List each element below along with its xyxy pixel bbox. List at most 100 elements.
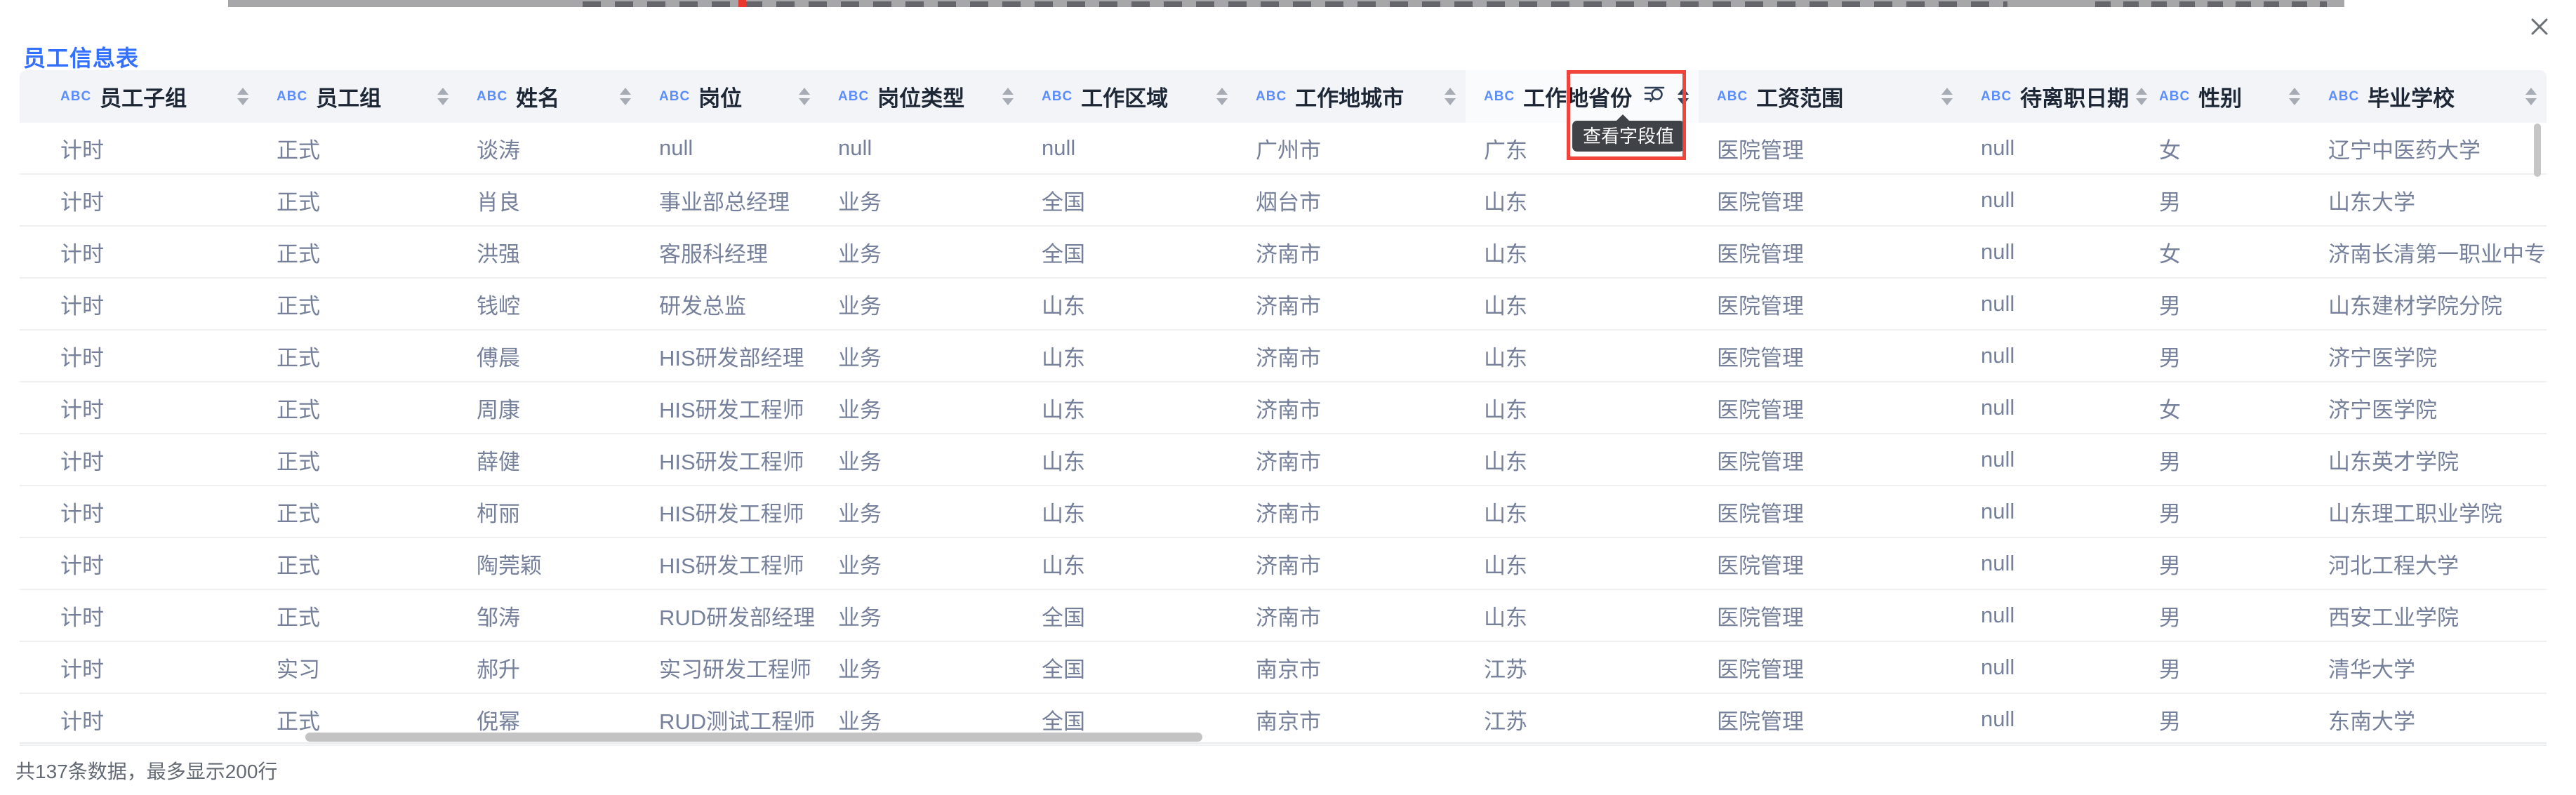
header-cell-12[interactable]: ABC毕业学校 [2310,70,2547,123]
cell: 男 [2141,642,2310,693]
cell: 山东理工职业学院 [2310,486,2547,537]
field-type-abc-icon: ABC [1717,89,1748,105]
cell: 南京市 [1237,642,1466,693]
cell: 正式 [258,382,458,433]
cell: 医院管理 [1699,694,1963,744]
header-cell-2[interactable]: ABC 员工组 [258,70,458,123]
cell: 计时 [20,434,258,485]
close-button[interactable] [2523,10,2556,44]
cell: 正式 [258,330,458,381]
sort-icon[interactable] [1216,88,1228,105]
cell: 清华大学 [2310,642,2547,693]
view-field-values-icon[interactable] [1642,83,1666,110]
cell: 实习研发工程师 [641,642,820,693]
cell: 计时 [20,694,258,744]
cell: 女 [2141,227,2310,277]
cell: 研发总监 [641,279,820,329]
header-cell-8[interactable]: ABC工作地省份 [1466,70,1699,123]
sort-icon[interactable] [1678,88,1689,105]
cell: 山东 [1466,330,1699,381]
cell: 河北工程大学 [2310,538,2547,589]
cell: HIS研发工程师 [641,382,820,433]
cell: 计时 [20,382,258,433]
sort-icon[interactable] [1002,88,1014,105]
cell: null [1963,642,2141,693]
cell: 山东 [1466,227,1699,277]
table-body: 计时正式谈涛nullnullnull广州市广东医院管理null女辽宁中医药大学计… [20,123,2547,746]
cell: 肖良 [458,175,641,225]
cell: 医院管理 [1699,330,1963,381]
header-cell-6[interactable]: ABC工作区域 [1023,70,1237,123]
cell: 山东英才学院 [2310,434,2547,485]
close-icon [2523,10,2556,44]
table-row: 计时实习郝升实习研发工程师业务全国南京市江苏医院管理null男清华大学 [20,642,2547,694]
cell: 济南长清第一职业中专 [2310,227,2547,277]
sort-icon[interactable] [237,88,248,105]
header-cell-3[interactable]: ABC姓名 [458,70,641,123]
cell: 男 [2141,538,2310,589]
cell: 济南市 [1237,434,1466,485]
cell: 业务 [820,330,1023,381]
cell: 全国 [1023,590,1237,641]
cell: 医院管理 [1699,590,1963,641]
cell: 烟台市 [1237,175,1466,225]
header-cell-9[interactable]: ABC工资范围 [1699,70,1963,123]
horizontal-scrollbar[interactable] [305,733,1202,742]
cell: null [1963,279,2141,329]
cell: 济宁医学院 [2310,330,2547,381]
field-type-abc-icon: ABC [477,89,507,105]
cell: 医院管理 [1699,279,1963,329]
column-label: 员工组 [316,81,381,112]
sort-icon[interactable] [620,88,631,105]
cell: 男 [2141,694,2310,744]
cell: 江苏 [1466,694,1699,744]
cell: 济宁医学院 [2310,382,2547,433]
cell: 业务 [820,590,1023,641]
cell: 全国 [1023,227,1237,277]
header-cell-11[interactable]: ABC性别 [2141,70,2310,123]
header-cell-1[interactable]: ABC员工子组 [20,70,258,123]
cell: 江苏 [1466,642,1699,693]
table-row: 计时正式柯丽HIS研发工程师业务山东济南市山东医院管理null男山东理工职业学院 [20,486,2547,538]
table-row: 计时正式周康HIS研发工程师业务山东济南市山东医院管理null女济宁医学院 [20,382,2547,434]
cell: 计时 [20,175,258,225]
page-title: 员工信息表 [23,41,139,73]
cell: 医院管理 [1699,538,1963,589]
column-label: 工作地城市 [1295,81,1404,112]
cell: 山东 [1466,382,1699,433]
cell: 医院管理 [1699,642,1963,693]
cell: null [1963,486,2141,537]
sort-icon[interactable] [799,88,810,105]
sort-icon[interactable] [2525,88,2537,105]
cell: HIS研发工程师 [641,486,820,537]
header-cell-5[interactable]: ABC岗位类型 [820,70,1023,123]
cell: null [1963,227,2141,277]
header-cell-4[interactable]: ABC岗位 [641,70,820,123]
cell: 医院管理 [1699,123,1963,173]
cell: 山东 [1023,279,1237,329]
cell: HIS研发部经理 [641,330,820,381]
cell: 医院管理 [1699,486,1963,537]
sort-icon[interactable] [1445,88,1456,105]
tooltip-label: 查看字段值 [1583,126,1674,147]
sort-icon[interactable] [1941,88,1953,105]
header-cell-7[interactable]: ABC工作地城市 [1237,70,1466,123]
cell: 山东 [1023,434,1237,485]
result-table: ABC员工子组ABC员工组ABC姓名ABC岗位ABC岗位类型ABC工作区域ABC… [20,70,2547,746]
cell: 男 [2141,279,2310,329]
cell: HIS研发工程师 [641,538,820,589]
vertical-scrollbar[interactable] [2534,123,2541,177]
field-type-abc-icon: ABC [277,89,307,105]
table-row: 计时正式傅晨HIS研发部经理业务山东济南市山东医院管理null男济宁医学院 [20,330,2547,382]
cell: 山东 [1466,538,1699,589]
sort-icon[interactable] [2289,88,2300,105]
cell: 柯丽 [458,486,641,537]
cell: 山东 [1023,382,1237,433]
table-row: 计时正式钱崆研发总监业务山东济南市山东医院管理null男山东建材学院分院 [20,279,2547,330]
cell: 正式 [258,227,458,277]
sort-icon[interactable] [437,88,449,105]
cell: 广州市 [1237,123,1466,173]
column-label: 毕业学校 [2368,81,2455,112]
header-cell-10[interactable]: ABC待离职日期 [1963,70,2141,123]
cell: 计时 [20,538,258,589]
